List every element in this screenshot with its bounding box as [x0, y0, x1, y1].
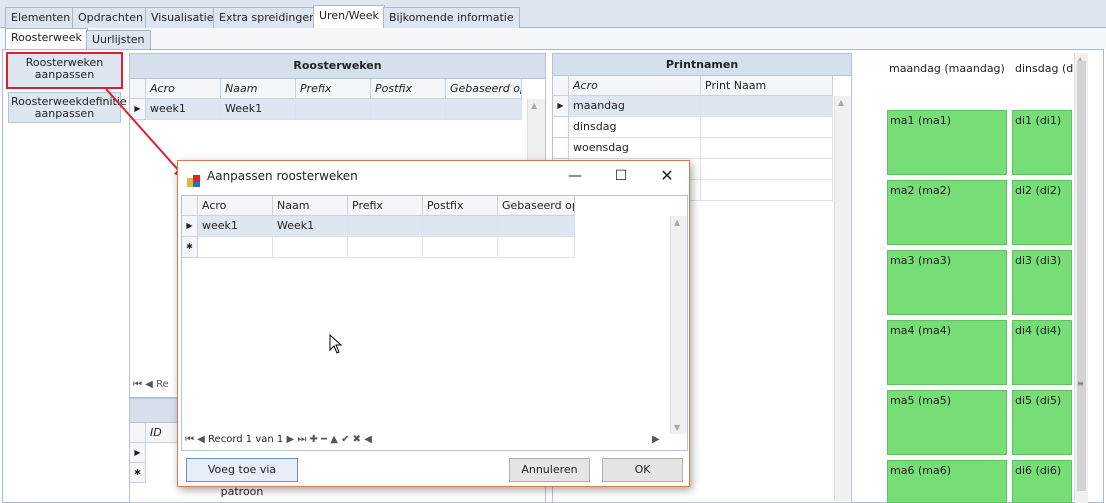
record-text: Record 1 van 1: [208, 434, 284, 445]
col-prefix[interactable]: Prefix: [348, 196, 423, 216]
table-row-cell[interactable]: week1: [198, 216, 273, 237]
dialog-title: Aanpassen roosterweken: [207, 169, 358, 183]
col-postfix[interactable]: Postfix: [423, 196, 498, 216]
table-row-cell[interactable]: [498, 216, 575, 237]
table-row-cell[interactable]: [423, 216, 498, 237]
col-acro[interactable]: Acro: [198, 196, 273, 216]
row-indicator[interactable]: ▶: [182, 216, 198, 237]
dialog-grid: Acro Naam Prefix Postfix Gebaseerd op ▶ …: [181, 195, 688, 451]
new-row-cell[interactable]: [423, 237, 498, 258]
maximize-button[interactable]: ☐: [598, 161, 644, 191]
voeg-toe-via-patroon-button[interactable]: Voeg toe via patroon: [186, 458, 298, 498]
new-row-cell[interactable]: [348, 237, 423, 258]
app-icon: [187, 169, 201, 187]
dialog-titlebar[interactable]: Aanpassen roosterweken — ☐ ✕: [178, 161, 689, 191]
ok-button[interactable]: OK: [602, 458, 683, 482]
annuleren-button[interactable]: Annuleren: [509, 458, 590, 482]
grid-header-indicator: [182, 196, 198, 216]
hscroll-right-icon[interactable]: ▶: [652, 434, 660, 445]
col-gebaseerd-op[interactable]: Gebaseerd op: [498, 196, 575, 216]
mouse-cursor-icon: [329, 334, 343, 354]
new-row-indicator[interactable]: ✱: [182, 237, 198, 258]
minimize-button[interactable]: —: [552, 161, 598, 191]
table-row-cell[interactable]: [348, 216, 423, 237]
close-button[interactable]: ✕: [644, 161, 690, 191]
col-naam[interactable]: Naam: [273, 196, 348, 216]
new-row-cell[interactable]: [273, 237, 348, 258]
new-row-cell[interactable]: [498, 237, 575, 258]
vertical-scrollbar[interactable]: ▲ ▼: [670, 216, 687, 434]
grid-navigator[interactable]: ⏮ ◀ Record 1 van 1 ▶ ⏭ ✚ ━ ▲ ✔ ✖ ◀: [185, 434, 372, 445]
new-row-cell[interactable]: [198, 237, 273, 258]
table-row-cell[interactable]: Week1: [273, 216, 348, 237]
aanpassen-roosterweken-dialog: Aanpassen roosterweken — ☐ ✕ Acro Naam P…: [177, 160, 690, 498]
